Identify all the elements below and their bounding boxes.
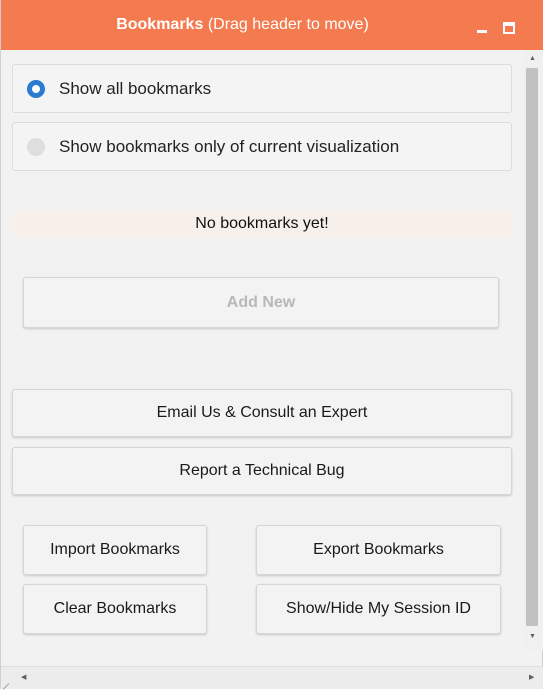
clear-bookmarks-label: Clear Bookmarks <box>53 600 177 617</box>
import-bookmarks-button[interactable]: Import Bookmarks <box>23 525 207 575</box>
bookmarks-panel: Bookmarks (Drag header to move) Show all… <box>0 0 543 689</box>
horizontal-scrollbar[interactable]: ◀ ▶ <box>1 666 543 689</box>
clear-bookmarks-button[interactable]: Clear Bookmarks <box>23 584 207 634</box>
radio-show-current-label: Show bookmarks only of current visualiza… <box>59 137 400 156</box>
resize-grip-icon[interactable] <box>1 679 11 689</box>
email-expert-button[interactable]: Email Us & Consult an Expert <box>12 389 512 437</box>
maximize-icon[interactable] <box>503 22 515 34</box>
session-id-label: Show/Hide My Session ID <box>286 600 471 617</box>
panel-content: Show all bookmarks Show bookmarks only o… <box>1 50 523 650</box>
radio-selected-icon[interactable] <box>27 80 45 98</box>
vertical-scrollbar[interactable]: ▲ ▼ <box>523 50 543 650</box>
scroll-right-arrow-icon[interactable]: ▶ <box>529 674 534 682</box>
import-bookmarks-label: Import Bookmarks <box>50 541 180 558</box>
panel-header[interactable]: Bookmarks (Drag header to move) <box>1 0 543 50</box>
panel-title-hint: (Drag header to move) <box>207 16 369 33</box>
scroll-down-arrow-icon[interactable]: ▼ <box>529 633 536 641</box>
vertical-scrollbar-thumb[interactable] <box>526 68 538 626</box>
session-id-button[interactable]: Show/Hide My Session ID <box>256 584 501 634</box>
export-bookmarks-label: Export Bookmarks <box>313 541 444 558</box>
email-expert-label: Email Us & Consult an Expert <box>156 404 368 421</box>
panel-title: Bookmarks (Drag header to move) <box>1 15 484 35</box>
radio-show-all[interactable]: Show all bookmarks <box>12 64 512 113</box>
add-new-label: Add New <box>226 294 296 311</box>
scroll-up-arrow-icon[interactable]: ▲ <box>529 55 536 63</box>
minimize-icon[interactable] <box>476 22 488 34</box>
panel-title-main: Bookmarks <box>116 16 204 33</box>
radio-show-all-label: Show all bookmarks <box>59 79 212 98</box>
empty-bookmarks-message: No bookmarks yet! <box>12 211 512 237</box>
export-bookmarks-button[interactable]: Export Bookmarks <box>256 525 501 575</box>
scroll-left-arrow-icon[interactable]: ◀ <box>21 674 26 682</box>
radio-show-current[interactable]: Show bookmarks only of current visualiza… <box>12 122 512 171</box>
radio-unselected-icon[interactable] <box>27 138 45 156</box>
add-new-button[interactable]: Add New <box>23 277 499 328</box>
report-bug-button[interactable]: Report a Technical Bug <box>12 447 512 495</box>
report-bug-label: Report a Technical Bug <box>179 462 345 479</box>
